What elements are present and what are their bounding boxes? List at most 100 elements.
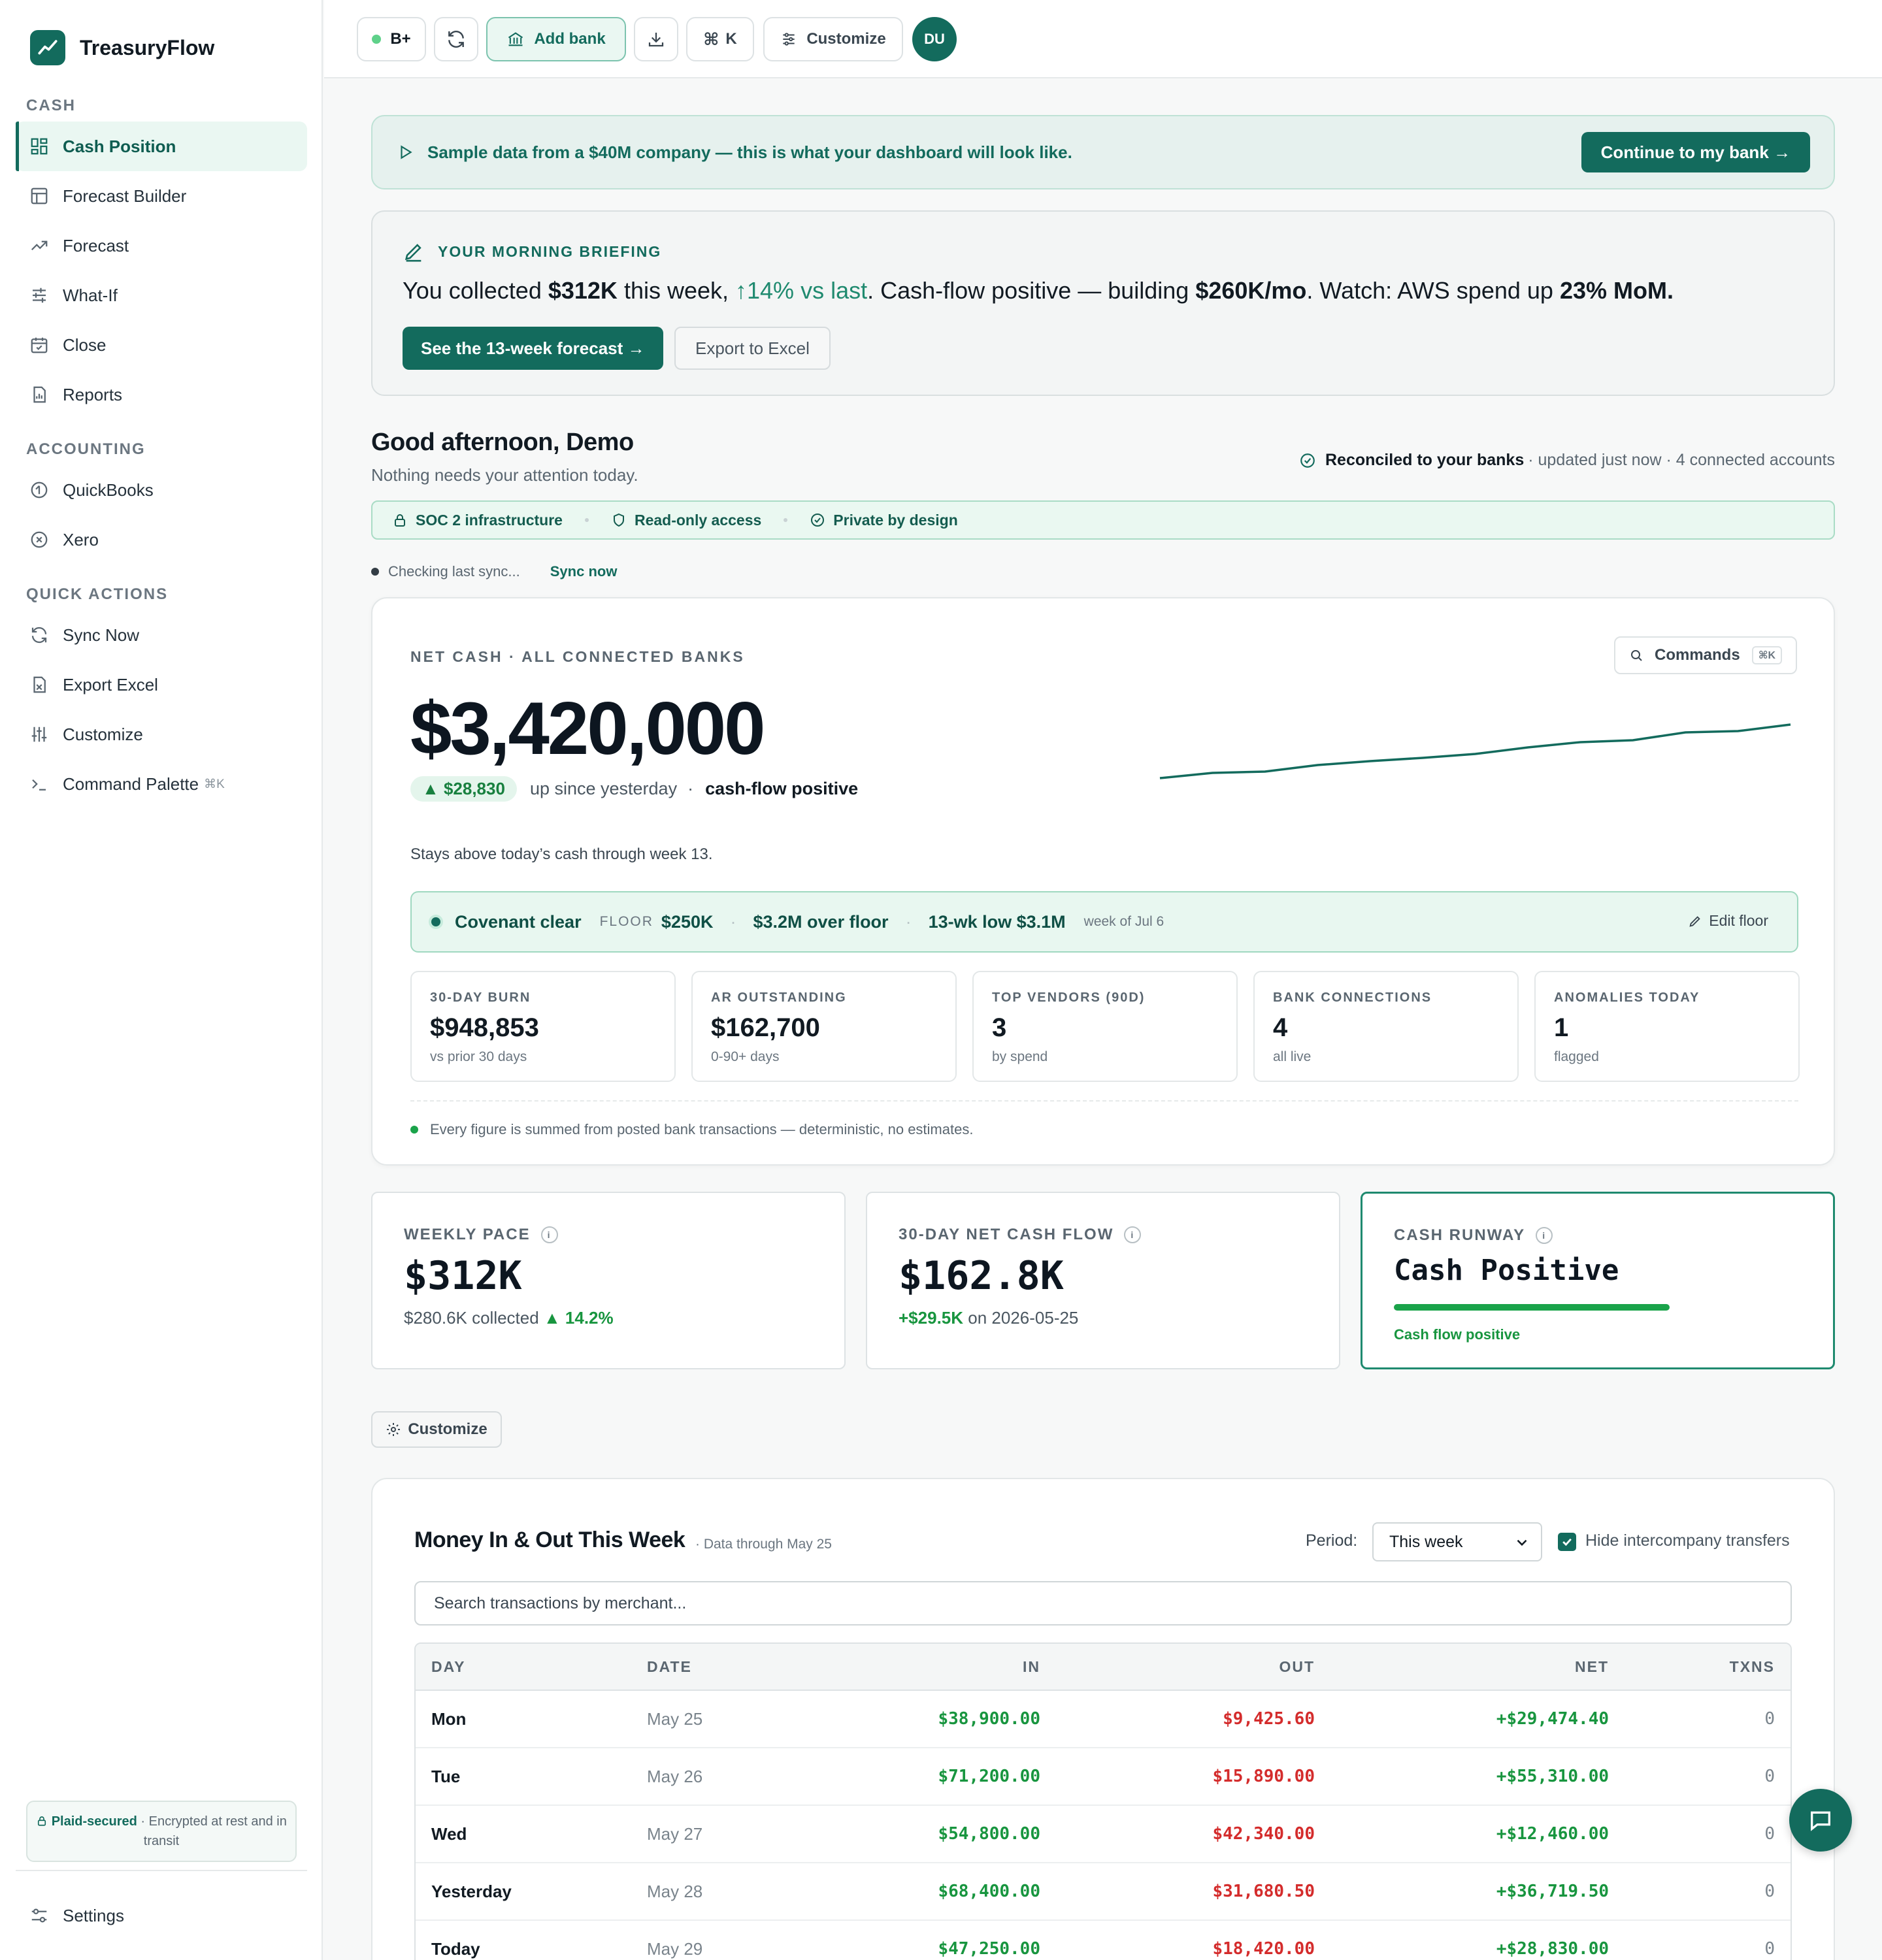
table-header-row: DAY DATE IN OUT NET TXNS [416,1644,1791,1691]
cell-day: Tue [416,1748,631,1806]
status-dot [410,1126,418,1134]
edit-floor-button[interactable]: Edit floor [1688,912,1768,930]
sidebar-item-label: QuickBooks [63,480,154,500]
hide-intercompany-label[interactable]: Hide intercompany transfers [1585,1531,1790,1550]
separator-dot [584,518,589,522]
cell-day: Mon [416,1691,631,1748]
sidebar-item-label: What-If [63,285,118,305]
table-row[interactable]: Today May 29 $47,250.00 $18,420.00 +$28,… [416,1921,1791,1960]
table-row[interactable]: Tue May 26 $71,200.00 $15,890.00 +$55,31… [416,1748,1791,1806]
dashboard-icon [29,136,50,157]
cell-txns: 0 [1625,1748,1791,1806]
cell-day: Today [416,1921,631,1960]
cell-out: $42,340.00 [1056,1806,1330,1863]
add-bank-button[interactable]: Add bank [486,17,626,61]
lock-icon [38,1816,46,1826]
column-header[interactable]: DAY [416,1644,631,1691]
kpi-card[interactable]: ANOMALIES TODAY 1 flagged [1534,971,1800,1082]
customize-widgets-button[interactable]: Customize [371,1411,502,1448]
briefing-collected: $312K [548,277,618,304]
sidebar-item-settings[interactable]: Settings [16,1891,307,1940]
kpi-sub: flagged [1554,1049,1599,1064]
refresh-button[interactable] [434,17,478,61]
avatar[interactable]: DU [912,17,957,61]
transaction-search-input[interactable]: Search transactions by merchant... [414,1581,1792,1625]
sidebar-item-quickbooks[interactable]: QuickBooks [16,465,307,515]
column-header[interactable]: IN [827,1644,1056,1691]
topbar: B+ Add bank ⌘ K Customize DU [324,0,1882,78]
cell-net: +$36,719.50 [1330,1863,1625,1921]
info-icon[interactable]: i [1536,1227,1553,1244]
kpi-card[interactable]: BANK CONNECTIONS 4 all live [1253,971,1519,1082]
sidebar-item-xero[interactable]: Xero [16,515,307,564]
info-icon[interactable]: i [540,1226,558,1243]
brand[interactable]: TreasuryFlow [30,30,214,65]
data-footnote: Every figure is summed from posted bank … [410,1121,973,1138]
cell-txns: 0 [1625,1691,1791,1748]
continue-to-bank-button[interactable]: Continue to my bank → [1581,132,1810,172]
sidebar-item-export-excel[interactable]: Export Excel [16,660,307,710]
table-row[interactable]: Wed May 27 $54,800.00 $42,340.00 +$12,46… [416,1806,1791,1863]
column-header[interactable]: DATE [631,1644,827,1691]
metric-label-text: 30-DAY NET CASH FLOW [899,1226,1114,1243]
sidebar-item-command-palette[interactable]: Command Palette ⌘K [16,759,307,809]
cell-date: May 29 [631,1921,827,1960]
cell-date: May 27 [631,1806,827,1863]
table-row[interactable]: Mon May 25 $38,900.00 $9,425.60 +$29,474… [416,1691,1791,1748]
metric-sub-accent: ▲ 14.2% [543,1308,614,1328]
sidebar-item-label: Reports [63,384,123,404]
sidebar-item-close[interactable]: Close [16,320,307,370]
metric-label: WEEKLY PACE i [404,1226,844,1244]
banner-text: Sample data from a $40M company — this i… [427,142,1072,162]
sidebar-item-sync-now[interactable]: Sync Now [16,610,307,660]
sidebar-item-cash-position[interactable]: Cash Position [16,122,307,171]
period-select[interactable]: This week [1372,1522,1542,1561]
trust-item-private: Private by design [810,512,958,529]
sidebar-item-reports[interactable]: Reports [16,370,307,419]
cash-runway-card[interactable]: CASH RUNWAY i Cash Positive Cash flow pos… [1361,1192,1835,1369]
see-forecast-button[interactable]: See the 13-week forecast → [403,327,663,370]
separator-dot: · [730,911,736,932]
download-button[interactable] [634,17,678,61]
command-k-button[interactable]: ⌘ K [686,17,754,61]
net-cash-flow-card[interactable]: 30-DAY NET CASH FLOW i $162.8K +$29.5K on… [866,1192,1340,1369]
pen-icon [404,244,421,262]
cell-txns: 0 [1625,1806,1791,1863]
kpi-sub: vs prior 30 days [430,1049,527,1064]
metric-sub-accent: +$29.5K [899,1308,964,1328]
export-excel-button[interactable]: Export to Excel [674,327,831,370]
kpi-sub: by spend [992,1049,1048,1064]
info-icon[interactable]: i [1124,1226,1142,1243]
kpi-card[interactable]: AR OUTSTANDING $162,700 0-90+ days [691,971,957,1082]
commands-label: Commands [1655,646,1740,664]
sidebar-item-what-if[interactable]: What-If [16,270,307,320]
sidebar-item-customize[interactable]: Customize [16,710,307,759]
add-bank-label: Add bank [534,30,606,48]
sparkline-series [1159,723,1791,779]
cell-in: $54,800.00 [827,1806,1056,1863]
customize-button[interactable]: Customize [763,17,903,61]
sidebar: TreasuryFlow CASH Cash Position Forecast… [0,0,323,1960]
table-icon [29,186,50,206]
column-header[interactable]: TXNS [1625,1644,1791,1691]
weekly-pace-card[interactable]: WEEKLY PACE i $312K $280.6K collected ▲ 1… [371,1192,846,1369]
sidebar-item-forecast-builder[interactable]: Forecast Builder [16,171,307,221]
sync-now-link[interactable]: Sync now [550,563,618,580]
commands-button[interactable]: Commands ⌘K [1614,636,1797,674]
column-header[interactable]: OUT [1056,1644,1330,1691]
hide-intercompany-checkbox[interactable] [1558,1533,1576,1551]
table-row[interactable]: Yesterday May 28 $68,400.00 $31,680.50 +… [416,1863,1791,1921]
grade-label: B+ [390,30,411,48]
column-header[interactable]: NET [1330,1644,1625,1691]
chat-button[interactable] [1789,1789,1852,1852]
kpi-card[interactable]: 30-DAY BURN $948,853 vs prior 30 days [410,971,676,1082]
grade-badge[interactable]: B+ [357,17,426,61]
sidebar-item-forecast[interactable]: Forecast [16,221,307,270]
nav-section-title: ACCOUNTING [26,440,146,458]
money-in-out-card: Money In & Out This Week · Data through … [371,1478,1835,1960]
kpi-card[interactable]: TOP VENDORS (90D) 3 by spend [972,971,1238,1082]
sliders-icon [29,285,50,306]
sidebar-item-label: Close [63,335,107,355]
cell-net: +$55,310.00 [1330,1748,1625,1806]
sample-data-banner: Sample data from a $40M company — this i… [371,115,1835,189]
